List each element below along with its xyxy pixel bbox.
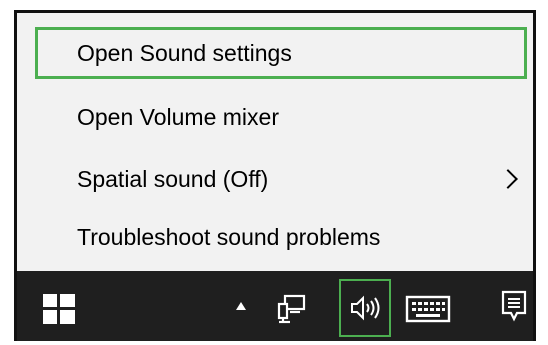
menu-item-open-sound-settings[interactable]: Open Sound settings	[35, 27, 527, 79]
menu-item-spatial-sound[interactable]: Spatial sound (Off)	[35, 153, 533, 205]
menu-item-troubleshoot-sound[interactable]: Troubleshoot sound problems	[35, 211, 533, 263]
menu-item-label: Open Sound settings	[77, 39, 292, 66]
network-icon[interactable]	[276, 293, 308, 325]
menu-item-label: Troubleshoot sound problems	[77, 223, 381, 250]
touch-keyboard-icon[interactable]	[404, 293, 452, 325]
tray-context-window: Open Sound settings Open Volume mixer Sp…	[14, 10, 536, 341]
chevron-right-icon	[498, 169, 518, 189]
menu-item-label: Spatial sound (Off)	[77, 165, 269, 192]
volume-button[interactable]	[339, 279, 391, 337]
menu-item-open-volume-mixer[interactable]: Open Volume mixer	[35, 91, 533, 143]
show-hidden-icons-arrow[interactable]	[236, 302, 246, 310]
action-center-icon[interactable]	[501, 290, 527, 322]
sound-context-menu: Open Sound settings Open Volume mixer Sp…	[17, 13, 533, 271]
volume-icon	[350, 295, 382, 321]
taskbar	[17, 271, 533, 341]
windows-start-icon[interactable]	[43, 294, 75, 324]
menu-item-label: Open Volume mixer	[77, 103, 279, 130]
